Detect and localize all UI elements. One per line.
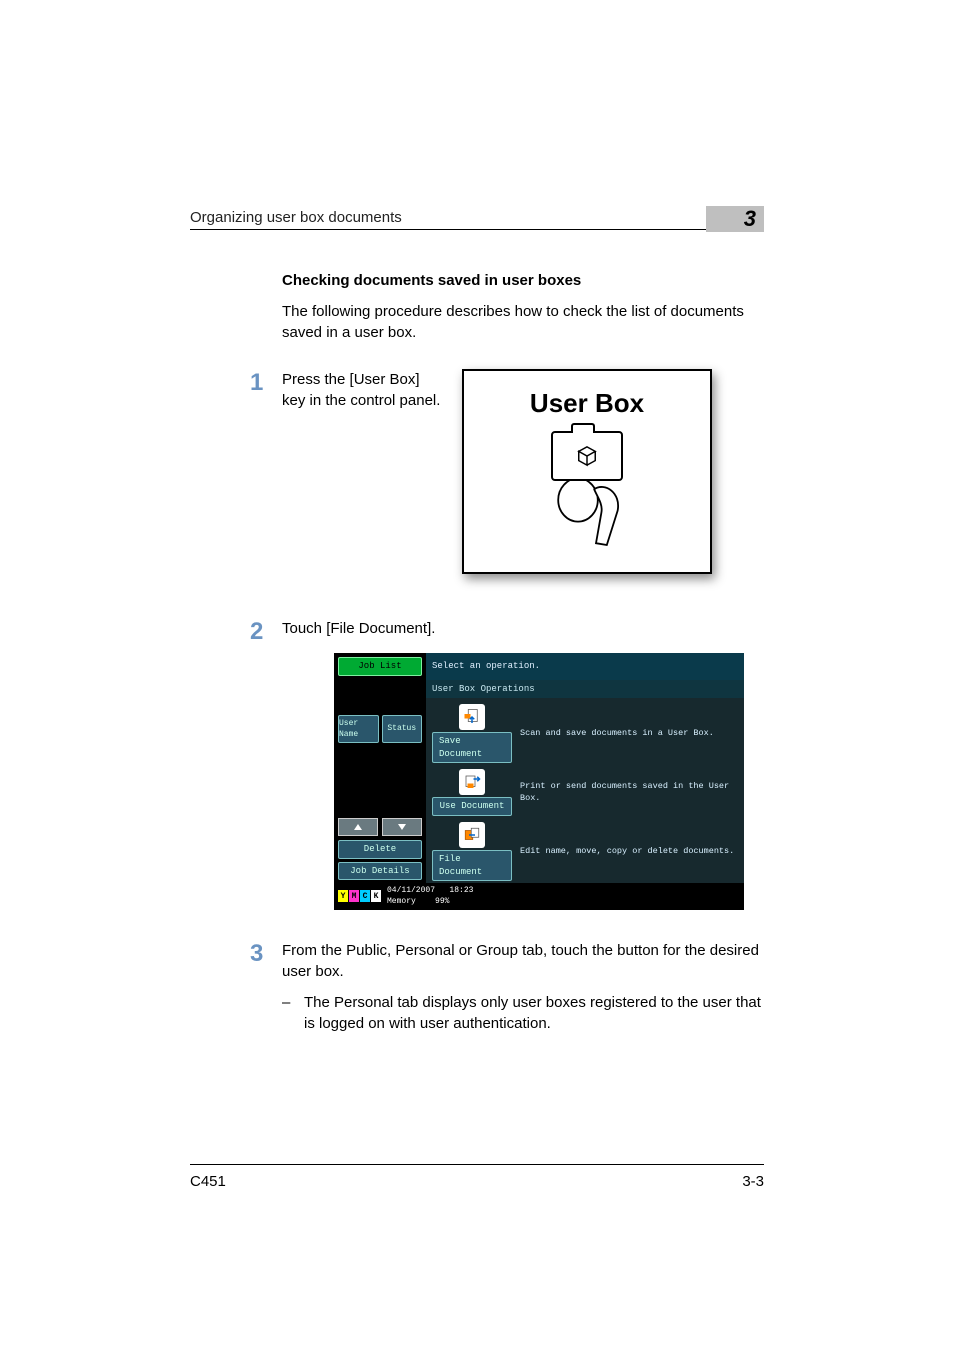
use-document-button[interactable]: Use Document [432,797,512,816]
save-document-button[interactable]: Save Document [432,732,512,763]
toner-y: Y [338,890,348,902]
use-document-desc: Print or send documents saved in the Use… [520,781,738,805]
save-document-icon [459,704,485,730]
delete-button[interactable]: Delete [338,840,422,859]
step-2-text: Touch [File Document]. [282,618,764,639]
job-list-button[interactable]: Job List [338,657,422,676]
chapter-badge-wrap: 3 [706,200,764,226]
user-name-button[interactable]: User Name [338,715,379,743]
section-title: Checking documents saved in user boxes [282,272,764,289]
job-details-button[interactable]: Job Details [338,862,422,881]
scroll-up-button[interactable] [338,818,378,836]
step-1-text: Press the [User Box] key in the control … [282,369,442,574]
step-3: 3 From the Public, Personal or Group tab… [190,940,764,1034]
scroll-down-button[interactable] [382,818,422,836]
step-3-subbullet: – The Personal tab displays only user bo… [282,992,764,1034]
memory-value: 99% [435,897,449,906]
step-1: 1 Press the [User Box] key in the contro… [190,369,764,574]
cube-icon [576,445,598,467]
finger-press-icon [542,473,632,563]
status-date: 04/11/2007 [387,886,435,895]
page-header: Organizing user box documents 3 [190,200,764,230]
touchscreen-figure: Job List Select an operation. User Name … [334,653,744,910]
file-document-icon [459,822,485,848]
toner-k: K [371,890,381,902]
toner-indicators: Y M C K [338,890,381,902]
status-button[interactable]: Status [382,715,423,743]
user-box-operations-header: User Box Operations [426,680,744,699]
arrow-down-icon [397,823,407,831]
user-box-key-figure: User Box [462,369,712,574]
step-2: 2 Touch [File Document]. Job List Select… [190,618,764,910]
toner-c: C [360,890,370,902]
memory-label: Memory [387,897,416,906]
save-document-desc: Scan and save documents in a User Box. [520,728,714,740]
step-3-bullet-text: The Personal tab displays only user boxe… [304,992,764,1034]
step-1-number: 1 [190,369,282,574]
document-page: Organizing user box documents 3 Checking… [0,0,954,1350]
file-document-button[interactable]: File Document [432,850,512,881]
step-2-number: 2 [190,618,282,910]
status-time: 18:23 [449,886,473,895]
step-3-text: From the Public, Personal or Group tab, … [282,940,764,982]
page-footer: C451 3-3 [190,1164,764,1190]
user-box-keycap [551,431,623,481]
operation-prompt: Select an operation. [426,653,744,680]
footer-page-number: 3-3 [742,1173,764,1190]
use-document-icon [459,769,485,795]
arrow-up-icon [353,823,363,831]
user-box-key-label: User Box [464,385,710,421]
file-document-desc: Edit name, move, copy or delete document… [520,846,734,858]
step-3-number: 3 [190,940,282,1034]
dash-bullet: – [282,992,304,1034]
section-intro: The following procedure describes how to… [282,301,764,343]
toner-m: M [349,890,359,902]
running-title: Organizing user box documents [190,209,402,226]
footer-model: C451 [190,1173,226,1190]
chapter-number-badge: 3 [706,206,764,232]
